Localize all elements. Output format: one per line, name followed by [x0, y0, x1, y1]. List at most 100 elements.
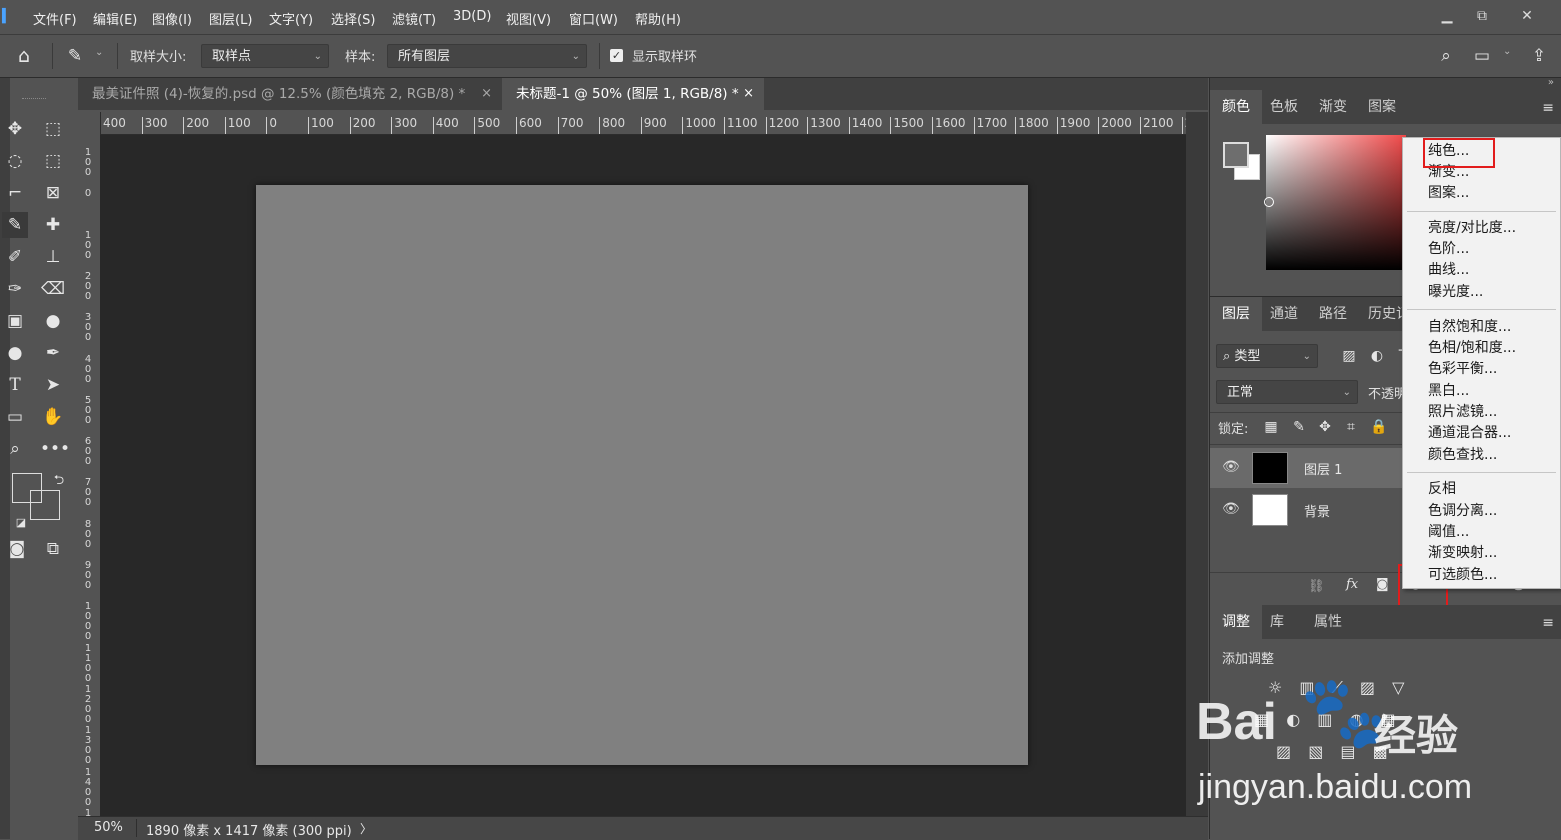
tab-patterns[interactable]: 图案 [1356, 90, 1408, 124]
menu-select[interactable]: 选择(S) [331, 9, 375, 28]
rectangle-tool-icon[interactable]: ▭ [2, 404, 28, 430]
tab-swatches[interactable]: 色板 [1258, 90, 1310, 124]
close-icon[interactable]: × [481, 78, 492, 110]
close-icon[interactable]: ✕ [1513, 6, 1541, 26]
menu-item-levels[interactable]: 色阶... [1428, 240, 1469, 258]
marquee-tool-icon[interactable]: ⬚ [40, 116, 66, 142]
visibility-eye-icon[interactable]: 👁 [1222, 459, 1240, 475]
menu-item-pattern[interactable]: 图案... [1428, 184, 1469, 202]
type-tool-icon[interactable]: T [2, 372, 28, 398]
crop-tool-icon[interactable]: ⌐ [2, 180, 28, 206]
layer-name[interactable]: 图层 1 [1304, 459, 1342, 478]
vertical-ruler[interactable]: 100 0 100 200 300 400 500 600 700 800 900 1000 1100 1… [78, 112, 101, 816]
panel-grip[interactable] [22, 98, 46, 100]
menu-item-threshold[interactable]: 阈值... [1428, 523, 1469, 541]
lock-all-icon[interactable]: 🔒 [1366, 414, 1392, 440]
menu-file[interactable]: 文件(F) [33, 9, 77, 28]
panel-menu-icon[interactable]: ≡ [1542, 615, 1554, 631]
menu-item-selective-color[interactable]: 可选颜色... [1428, 566, 1497, 584]
menu-help[interactable]: 帮助(H) [635, 9, 681, 28]
lasso-tool-icon[interactable]: ◌ [2, 148, 28, 174]
mask-icon[interactable]: ◙ [1376, 577, 1389, 592]
tab-libraries[interactable]: 库 [1258, 605, 1296, 639]
restore-icon[interactable]: ⧉ [1468, 6, 1496, 26]
menu-item-black-white[interactable]: 黑白... [1428, 382, 1469, 400]
workspace-chevron-icon[interactable]: ⌄ [1503, 46, 1511, 57]
color-fg-swatch[interactable] [1223, 142, 1249, 168]
object-select-tool-icon[interactable]: ⬚ [40, 148, 66, 174]
foreground-color-swatch[interactable] [12, 473, 42, 503]
minimize-icon[interactable]: ▁ [1433, 6, 1461, 26]
blend-mode-select[interactable]: 正常 ⌄ [1216, 380, 1358, 404]
menu-item-brightness-contrast[interactable]: 亮度/对比度... [1428, 219, 1516, 237]
menu-3d[interactable]: 3D(D) [453, 9, 491, 24]
sample-size-select[interactable]: 取样点 ⌄ [201, 44, 329, 68]
horizontal-ruler[interactable]: 400 300 200 100 0 100 200 300 400 500 600 700 800 900… [100, 112, 1186, 135]
path-select-tool-icon[interactable]: ➤ [40, 372, 66, 398]
menu-layer[interactable]: 图层(L) [209, 9, 252, 28]
tab-document-2[interactable]: 未标题-1 @ 50% (图层 1, RGB/8) * × [502, 78, 764, 110]
screen-mode-icon[interactable]: ⧉ [40, 536, 66, 562]
dodge-tool-icon[interactable]: ● [2, 340, 28, 366]
tab-gradients[interactable]: 渐变 [1307, 90, 1359, 124]
color-picker-field[interactable] [1266, 135, 1406, 270]
menu-item-channel-mixer[interactable]: 通道混合器... [1428, 424, 1511, 442]
tab-properties[interactable]: 属性 [1302, 605, 1354, 639]
default-colors-icon[interactable]: ◪ [8, 510, 34, 536]
close-icon[interactable]: × [743, 78, 754, 110]
menu-item-exposure[interactable]: 曝光度... [1428, 283, 1483, 301]
menu-view[interactable]: 视图(V) [506, 9, 551, 28]
menu-item-curves[interactable]: 曲线... [1428, 261, 1469, 279]
menu-type[interactable]: 文字(Y) [269, 9, 313, 28]
stamp-tool-icon[interactable]: ⊥ [40, 244, 66, 270]
history-brush-icon[interactable]: ✑ [2, 276, 28, 302]
filter-image-icon[interactable]: ▨ [1336, 343, 1362, 369]
fx-icon[interactable]: fx [1346, 577, 1358, 592]
move-tool-icon[interactable]: ✥ [2, 116, 28, 142]
zoom-tool-icon[interactable]: ⌕ [2, 436, 28, 462]
eyedropper-tool-icon[interactable]: ✎ [2, 212, 28, 238]
menu-item-vibrance[interactable]: 自然饱和度... [1428, 318, 1511, 336]
document-canvas[interactable] [256, 185, 1028, 765]
brush-tool-icon[interactable]: ✐ [2, 244, 28, 270]
layer-name[interactable]: 背景 [1304, 501, 1330, 520]
more-tools-icon[interactable]: ••• [40, 436, 70, 462]
healing-brush-icon[interactable]: ✚ [40, 212, 66, 238]
menu-item-gradient-map[interactable]: 渐变映射... [1428, 544, 1497, 562]
menu-item-color-lookup[interactable]: 颜色查找... [1428, 446, 1497, 464]
tool-preset-chevron-icon[interactable]: ⌄ [95, 47, 103, 58]
link-icon[interactable]: ⛓ [1308, 579, 1325, 594]
tab-document-1[interactable]: 最美证件照 (4)-恢复的.psd @ 12.5% (颜色填充 2, RGB/8… [78, 78, 502, 110]
quick-mask-icon[interactable]: ◙ [4, 536, 30, 562]
menu-item-posterize[interactable]: 色调分离... [1428, 502, 1497, 520]
visibility-eye-icon[interactable]: 👁 [1222, 501, 1240, 517]
menu-item-hue-saturation[interactable]: 色相/饱和度... [1428, 339, 1516, 357]
zoom-level[interactable]: 50% [94, 820, 123, 835]
menu-item-photo-filter[interactable]: 照片滤镜... [1428, 403, 1497, 421]
home-icon[interactable]: ⌂ [11, 43, 37, 69]
gradient-tool-icon[interactable]: ▣ [2, 308, 28, 334]
menu-image[interactable]: 图像(I) [152, 9, 192, 28]
menu-item-color-balance[interactable]: 色彩平衡... [1428, 360, 1497, 378]
blur-tool-icon[interactable]: ● [40, 308, 66, 334]
menu-window[interactable]: 窗口(W) [569, 9, 618, 28]
show-ring-checkbox[interactable]: ✓ [610, 49, 623, 62]
lock-pixels-icon[interactable]: ✎ [1286, 414, 1312, 440]
menu-edit[interactable]: 编辑(E) [93, 9, 137, 28]
tab-paths[interactable]: 路径 [1307, 297, 1359, 331]
lock-transparent-icon[interactable]: ▦ [1258, 414, 1284, 440]
lock-artboard-icon[interactable]: ⌗ [1338, 414, 1364, 440]
panel-menu-icon[interactable]: ≡ [1542, 100, 1554, 116]
swap-colors-icon[interactable]: ⮌ [46, 468, 72, 494]
filter-adjustment-icon[interactable]: ◐ [1364, 343, 1390, 369]
sample-select[interactable]: 所有图层 ⌄ [387, 44, 587, 68]
color-picker-cursor[interactable] [1264, 197, 1274, 207]
workspace-icon[interactable]: ▭ [1469, 43, 1495, 69]
tab-color[interactable]: 颜色 [1210, 90, 1262, 124]
pen-tool-icon[interactable]: ✒ [40, 340, 66, 366]
status-menu-arrow-icon[interactable]: 〉 [360, 820, 372, 837]
tab-adjustments[interactable]: 调整 [1210, 605, 1262, 639]
layer-filter-select[interactable]: ⌕ 类型 ⌄ [1216, 344, 1318, 368]
collapse-panels-icon[interactable]: » [1548, 77, 1554, 88]
eraser-tool-icon[interactable]: ⌫ [40, 276, 66, 302]
